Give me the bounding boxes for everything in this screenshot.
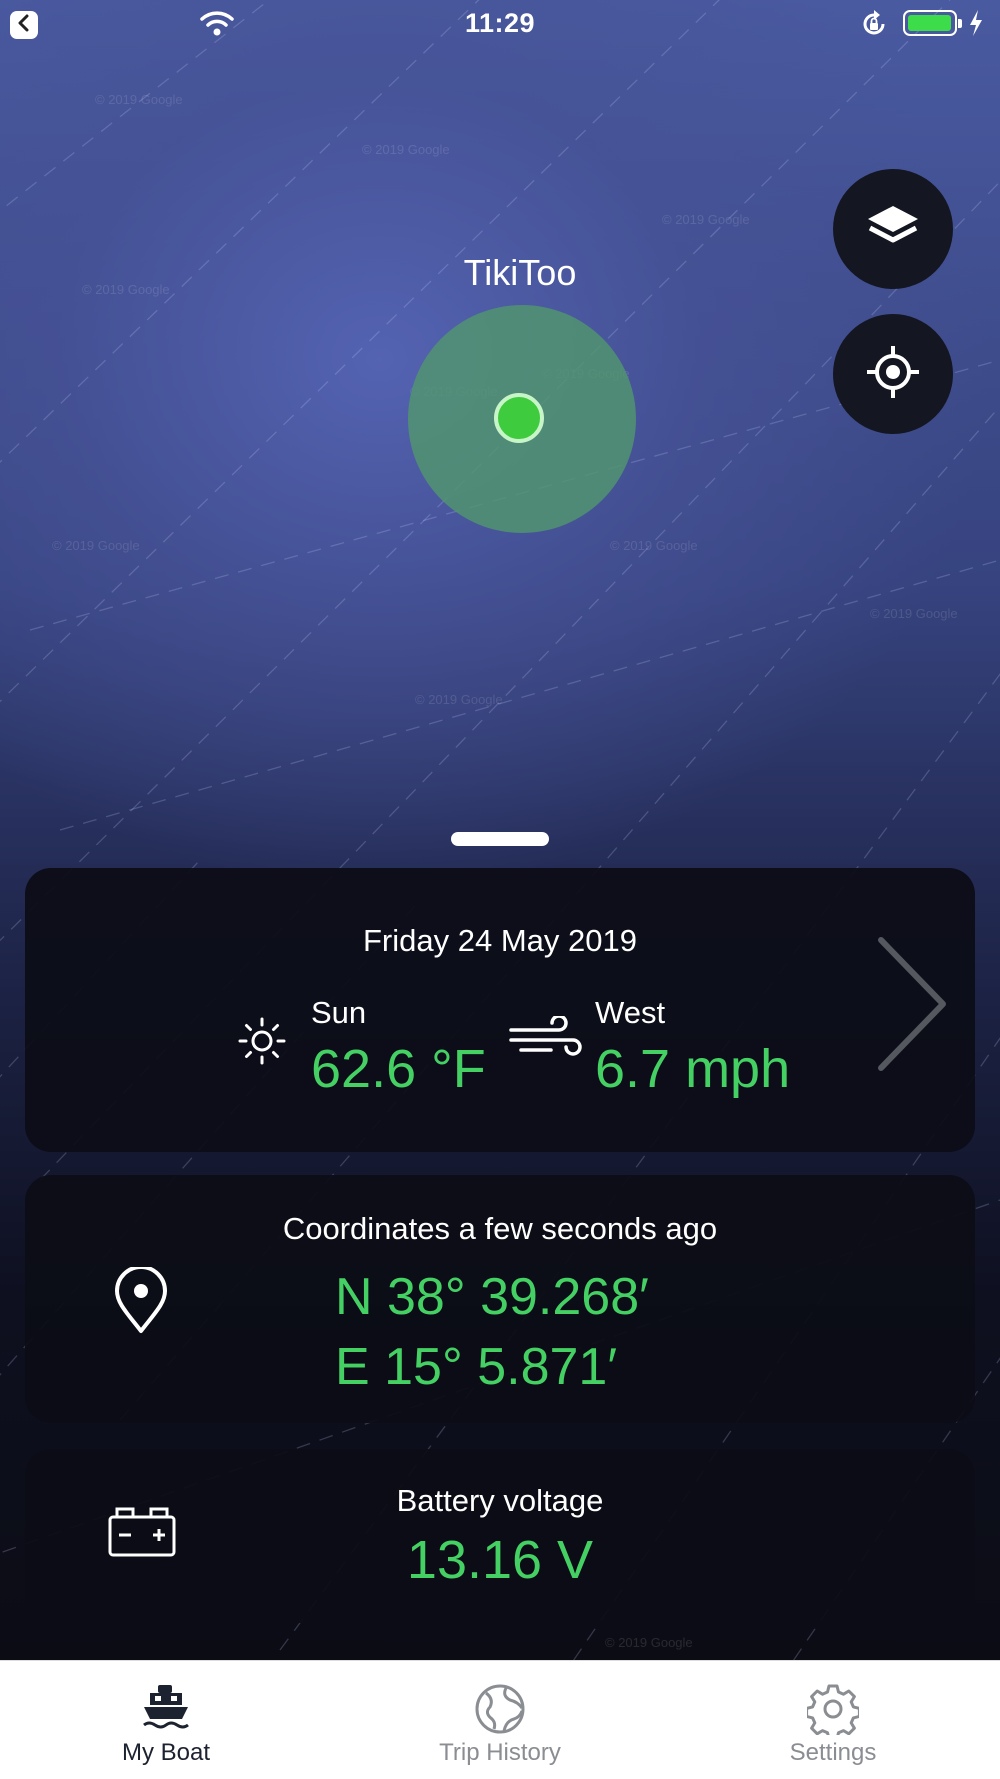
orientation-lock-icon: [860, 10, 888, 43]
boat-icon: [142, 1683, 190, 1734]
weather-condition: Sun: [311, 995, 367, 1030]
battery-voltage-value: 13.16 V: [406, 1530, 594, 1590]
battery-voltage-card[interactable]: Battery voltage 13.16 V: [25, 1449, 975, 1623]
wind-direction: West: [595, 995, 666, 1030]
tab-settings[interactable]: Settings: [723, 1661, 943, 1779]
crosshair-icon: [865, 344, 921, 405]
map-layers-button[interactable]: [833, 169, 953, 289]
tab-trip-history[interactable]: Trip History: [390, 1661, 610, 1779]
weather-date: Friday 24 May 2019: [363, 923, 637, 958]
chevron-right-icon[interactable]: [873, 934, 953, 1079]
tab-my-boat-label: My Boat: [121, 1739, 211, 1766]
coordinates-card[interactable]: Coordinates a few seconds ago N 38° 39.2…: [25, 1175, 975, 1423]
status-bar: 11:29: [0, 0, 1000, 50]
coordinates-title: Coordinates a few seconds ago: [282, 1211, 718, 1246]
map-watermark: © 2019 Google: [415, 692, 503, 707]
temperature-value: 62.6 °F: [311, 1039, 486, 1099]
sun-icon: [237, 1016, 287, 1071]
latitude-value: N 38° 39.268′: [335, 1268, 649, 1326]
map-watermark: © 2019 Google: [95, 92, 183, 107]
wind-icon: [507, 1014, 587, 1067]
weather-card[interactable]: Friday 24 May 2019 Sun 62.6 °F West 6.7 …: [25, 868, 975, 1152]
tab-my-boat[interactable]: My Boat: [56, 1661, 276, 1779]
globe-icon: [474, 1683, 526, 1740]
map-watermark: © 2019 Google: [870, 606, 958, 621]
locate-boat-button[interactable]: [833, 314, 953, 434]
sheet-drag-handle[interactable]: [451, 832, 549, 846]
tab-bar: My Boat Trip History Settings: [0, 1660, 1000, 1779]
map-watermark: © 2019 Google: [82, 282, 170, 297]
map-watermark: © 2019 Google: [362, 142, 450, 157]
boat-location-marker[interactable]: [494, 393, 544, 443]
map-watermark: © 2019 Google: [662, 212, 750, 227]
longitude-value: E 15° 5.871′: [335, 1338, 618, 1396]
map-watermark: © 2019 Google: [610, 538, 698, 553]
map-watermark: © 2019 Google: [605, 1635, 693, 1650]
wind-speed-value: 6.7 mph: [595, 1039, 791, 1099]
map-watermark: © 2019 Google: [52, 538, 140, 553]
tab-settings-label: Settings: [789, 1739, 877, 1766]
status-time: 11:29: [464, 8, 536, 38]
tab-trip-history-label: Trip History: [439, 1739, 561, 1766]
gear-icon: [805, 1683, 861, 1741]
battery-status-icon: [903, 10, 962, 36]
location-pin-icon: [113, 1265, 169, 1340]
charging-icon: [968, 9, 984, 42]
layers-icon: [866, 204, 920, 255]
boat-name-label: TikiToo: [463, 252, 577, 293]
